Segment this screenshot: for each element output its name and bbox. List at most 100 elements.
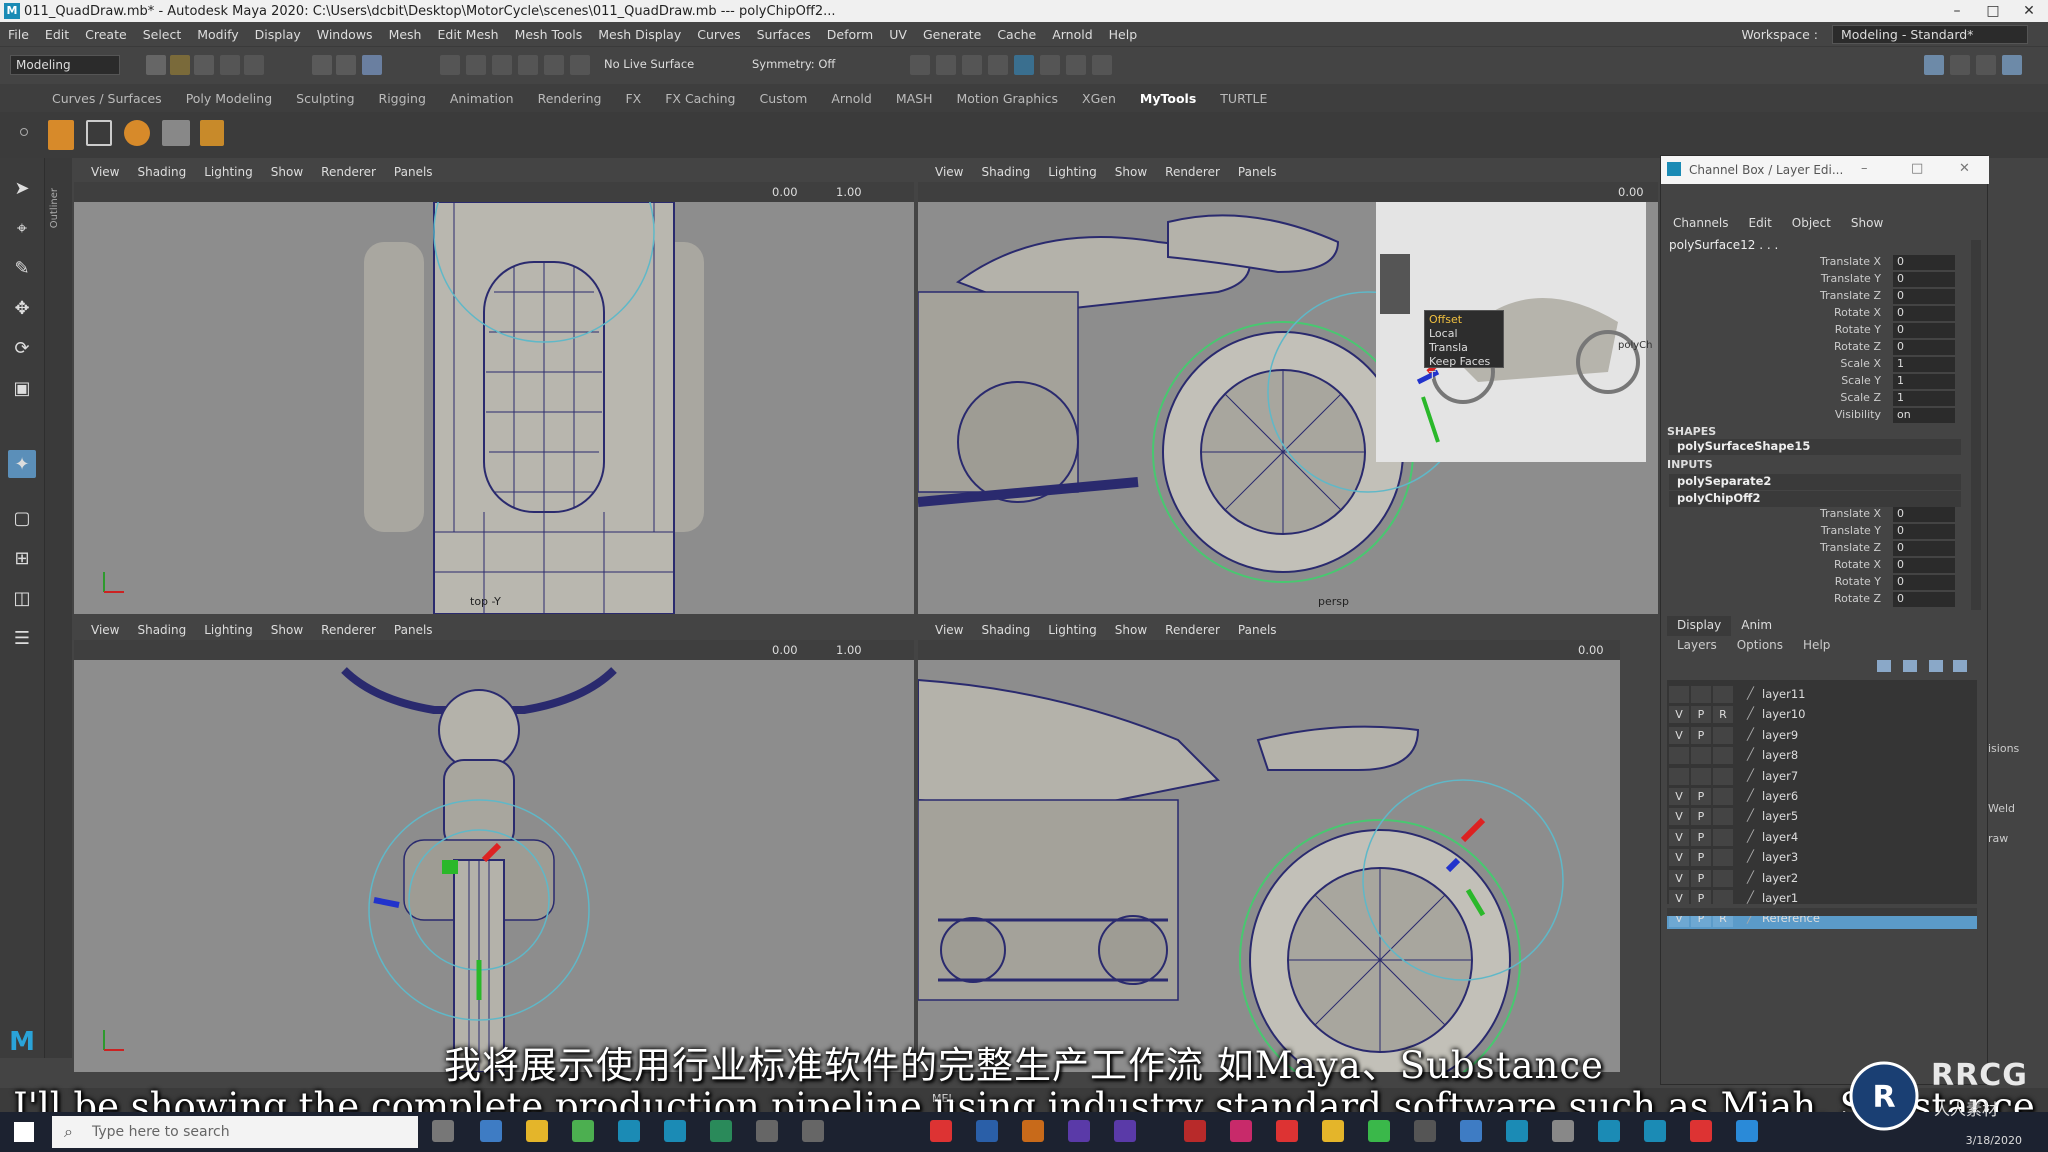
layer-reference-toggle[interactable]: R bbox=[1713, 706, 1733, 724]
task-view-icon[interactable] bbox=[432, 1120, 454, 1142]
menu-create[interactable]: Create bbox=[77, 27, 135, 42]
new-layer-icon[interactable] bbox=[1929, 660, 1943, 672]
new-layer-selected-icon[interactable] bbox=[1953, 660, 1967, 672]
layer-reference-toggle[interactable] bbox=[1713, 869, 1733, 887]
vp-menu-shading[interactable]: Shading bbox=[972, 165, 1039, 179]
live-surface-label[interactable]: No Live Surface bbox=[604, 57, 694, 71]
open-scene-icon[interactable] bbox=[170, 55, 190, 75]
taskbar-app-icon[interactable] bbox=[1598, 1120, 1620, 1142]
single-view-icon[interactable]: ▢ bbox=[8, 504, 36, 532]
shelf-tab-mytools[interactable]: MyTools bbox=[1128, 91, 1208, 106]
viewport-canvas[interactable] bbox=[918, 202, 1658, 614]
taskbar-app-icon[interactable] bbox=[710, 1120, 732, 1142]
select-hierarchy-icon[interactable] bbox=[312, 55, 332, 75]
viewport-top[interactable]: View Shading Lighting Show Renderer Pane… bbox=[74, 162, 914, 614]
tab-display[interactable]: Display bbox=[1667, 616, 1732, 636]
layer-color-swatch-icon[interactable]: ╱ bbox=[1747, 686, 1754, 700]
layer-row[interactable]: V P ╱ layer3 bbox=[1667, 847, 1977, 868]
layer-row[interactable]: V P ╱ layer9 bbox=[1667, 725, 1977, 746]
snap-curve-icon[interactable] bbox=[466, 55, 486, 75]
layer-row[interactable]: V P ╱ layer6 bbox=[1667, 786, 1977, 807]
near-clip-value[interactable]: 0.00 bbox=[1618, 185, 1644, 199]
attribute-row[interactable]: Translate X 0 bbox=[1661, 255, 1971, 272]
shelf-tab-turtle[interactable]: TURTLE bbox=[1208, 91, 1279, 106]
attribute-value-field[interactable]: 0 bbox=[1893, 575, 1955, 590]
input-node-separate[interactable]: polySeparate2 bbox=[1669, 474, 1961, 490]
vp-menu-show[interactable]: Show bbox=[1106, 623, 1156, 637]
menu-windows[interactable]: Windows bbox=[309, 27, 381, 42]
layer-playback-toggle[interactable] bbox=[1691, 747, 1711, 765]
vp-menu-shading[interactable]: Shading bbox=[128, 623, 195, 637]
mtk-item-2[interactable]: raw bbox=[1988, 832, 2008, 845]
layer-visibility-toggle[interactable]: V bbox=[1669, 890, 1689, 907]
photoshop-icon[interactable] bbox=[976, 1120, 998, 1142]
file-explorer-icon[interactable] bbox=[526, 1120, 548, 1142]
maya-taskbar-icon-2[interactable] bbox=[664, 1120, 686, 1142]
maya-taskbar-icon[interactable] bbox=[618, 1120, 640, 1142]
attribute-row[interactable]: Rotate X 0 bbox=[1661, 306, 1971, 323]
ipr-render-icon[interactable] bbox=[962, 55, 982, 75]
taskbar-search[interactable]: ⌕ Type here to search bbox=[52, 1116, 418, 1148]
menu-uv[interactable]: UV bbox=[881, 27, 915, 42]
layer-visibility-toggle[interactable]: V bbox=[1669, 849, 1689, 867]
cb-menu-show[interactable]: Show bbox=[1851, 216, 1903, 234]
attribute-value-field[interactable]: 0 bbox=[1893, 255, 1955, 270]
shelf-tab-custom[interactable]: Custom bbox=[747, 91, 819, 106]
shelf-tab-fx[interactable]: FX bbox=[613, 91, 653, 106]
taskbar-app-icon[interactable] bbox=[1552, 1120, 1574, 1142]
move-tool-icon[interactable]: ✥ bbox=[8, 294, 36, 322]
menu-mesh[interactable]: Mesh bbox=[381, 27, 430, 42]
cb-maximize-button[interactable]: □ bbox=[1911, 161, 1923, 176]
hypershade-icon[interactable] bbox=[1014, 55, 1034, 75]
layer-color-swatch-icon[interactable]: ╱ bbox=[1747, 829, 1754, 843]
near-clip-value[interactable]: 0.00 bbox=[1578, 643, 1604, 657]
vp-menu-renderer[interactable]: Renderer bbox=[1156, 165, 1229, 179]
vp-menu-shading[interactable]: Shading bbox=[972, 623, 1039, 637]
attribute-value-field[interactable]: 1 bbox=[1893, 391, 1955, 406]
shelf-tab-rigging[interactable]: Rigging bbox=[367, 91, 438, 106]
le-menu-layers[interactable]: Layers bbox=[1667, 638, 1727, 652]
menu-generate[interactable]: Generate bbox=[915, 27, 989, 42]
attribute-value-field[interactable]: 0 bbox=[1893, 507, 1955, 522]
layer-row[interactable]: V P R ╱ layer10 bbox=[1667, 704, 1977, 725]
layer-color-swatch-icon[interactable]: ╱ bbox=[1747, 788, 1754, 802]
attribute-value-field[interactable]: 0 bbox=[1893, 541, 1955, 556]
shelf-layers-icon[interactable] bbox=[162, 120, 190, 146]
taskbar-app-icon[interactable] bbox=[1736, 1120, 1758, 1142]
workspace-dropdown[interactable]: Modeling - Standard* bbox=[1832, 25, 2028, 44]
channel-box-scrollbar[interactable] bbox=[1971, 240, 1981, 610]
layer-visibility-toggle[interactable]: V bbox=[1669, 808, 1689, 826]
lasso-tool-icon[interactable]: ⌖ bbox=[8, 214, 36, 242]
attribute-row[interactable]: Translate Y 0 bbox=[1661, 524, 1971, 541]
taskbar-app-icon[interactable] bbox=[1690, 1120, 1712, 1142]
select-object-icon[interactable] bbox=[336, 55, 356, 75]
layer-reference-toggle[interactable] bbox=[1713, 828, 1733, 846]
vp-menu-show[interactable]: Show bbox=[262, 623, 312, 637]
attribute-value-field[interactable]: 0 bbox=[1893, 289, 1955, 304]
taskbar-app-icon[interactable] bbox=[1460, 1120, 1482, 1142]
attribute-value-field[interactable]: 1 bbox=[1893, 357, 1955, 372]
viewport-canvas[interactable] bbox=[74, 660, 914, 1072]
attribute-value-field[interactable]: 0 bbox=[1893, 323, 1955, 338]
cb-menu-channels[interactable]: Channels bbox=[1673, 216, 1749, 234]
layer-row[interactable]: V P ╱ layer2 bbox=[1667, 868, 1977, 889]
taskbar-app-icon[interactable] bbox=[1184, 1120, 1206, 1142]
snap-point-icon[interactable] bbox=[492, 55, 512, 75]
attribute-value-field[interactable]: 1 bbox=[1893, 374, 1955, 389]
menu-edit-mesh[interactable]: Edit Mesh bbox=[429, 27, 506, 42]
redo-icon[interactable] bbox=[244, 55, 264, 75]
attribute-value-field[interactable]: on bbox=[1893, 408, 1955, 423]
outliner-layout-icon[interactable]: ☰ bbox=[8, 624, 36, 652]
layer-playback-toggle[interactable]: P bbox=[1691, 849, 1711, 867]
vp-menu-panels[interactable]: Panels bbox=[1229, 165, 1286, 179]
vp-menu-view[interactable]: View bbox=[926, 165, 972, 179]
shelf-tab-poly-modeling[interactable]: Poly Modeling bbox=[174, 91, 284, 106]
shelf-tab-curves-surfaces[interactable]: Curves / Surfaces bbox=[40, 91, 174, 106]
menu-display[interactable]: Display bbox=[247, 27, 309, 42]
taskbar-app-icon[interactable] bbox=[1368, 1120, 1390, 1142]
taskbar-app-icon[interactable] bbox=[1506, 1120, 1528, 1142]
layer-visibility-toggle[interactable] bbox=[1669, 747, 1689, 765]
menu-file[interactable]: File bbox=[0, 27, 37, 42]
layer-color-swatch-icon[interactable]: ╱ bbox=[1747, 808, 1754, 822]
shelf-tab-rendering[interactable]: Rendering bbox=[526, 91, 614, 106]
